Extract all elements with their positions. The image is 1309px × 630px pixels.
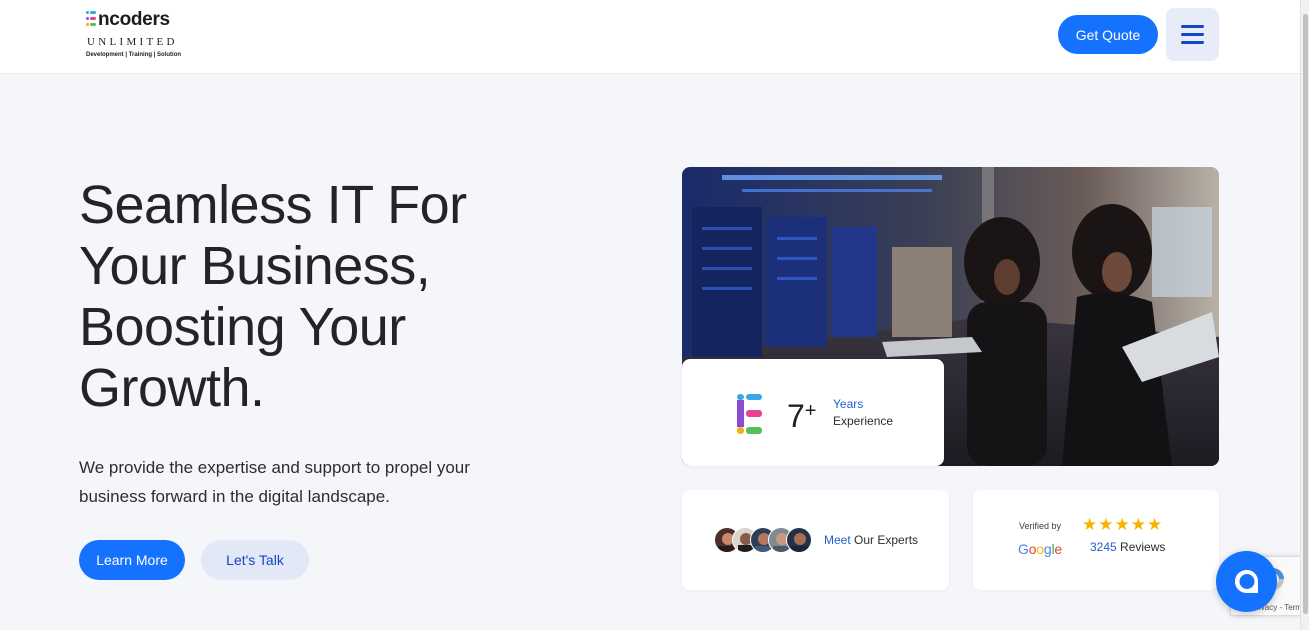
experience-label: Experience [833, 414, 894, 428]
meet-label: Meet [824, 533, 851, 547]
google-logo: Google [1018, 541, 1062, 557]
google-reviews-card[interactable]: Verified by Google ★★★★★ 3245 Reviews [973, 490, 1219, 590]
logo-subtitle: UNLIMITED [87, 36, 178, 48]
chat-launcher-button[interactable] [1216, 551, 1277, 612]
chat-bubble-icon [1234, 569, 1258, 593]
logo-e-mark-icon [86, 11, 96, 26]
experts-label: Our Experts [854, 533, 919, 547]
hero-title: Seamless IT For Your Business, Boosting … [79, 175, 467, 418]
reviews-label: Reviews [1120, 540, 1166, 554]
site-header: ncoders UNLIMITED Development | Training… [0, 0, 1300, 74]
menu-bar-icon [1181, 33, 1204, 36]
experience-plus: + [804, 400, 817, 422]
menu-bar-icon [1181, 41, 1204, 44]
reviews-count: 3245 Reviews [1090, 540, 1165, 554]
menu-bar-icon [1181, 25, 1204, 28]
meet-experts-card[interactable]: Meet Our Experts [682, 490, 949, 590]
lets-talk-button[interactable]: Let's Talk [201, 540, 309, 580]
page-scrollbar[interactable] [1300, 0, 1309, 630]
years-label: Years [833, 397, 864, 411]
meet-experts-link[interactable]: Meet Our Experts [824, 533, 918, 547]
experience-number-value: 7 [787, 398, 805, 434]
experience-card: 7+ Years Experience [682, 359, 944, 466]
hero-description: We provide the expertise and support to … [79, 458, 470, 506]
brand-logo[interactable]: ncoders UNLIMITED Development | Training… [86, 9, 201, 63]
learn-more-button[interactable]: Learn More [79, 540, 185, 580]
encoders-e-logo-icon [737, 394, 762, 434]
hamburger-menu-button[interactable] [1166, 8, 1219, 61]
expert-avatar [786, 527, 812, 553]
experience-number: 7+ [787, 398, 816, 435]
logo-tagline: Development | Training | Solution [86, 52, 182, 58]
logo-name-rest: ncoders [98, 9, 170, 30]
rating-stars: ★★★★★ [1082, 515, 1164, 535]
scrollbar-thumb[interactable] [1303, 14, 1308, 614]
review-count-value: 3245 [1090, 540, 1117, 554]
verified-by-label: Verified by [1019, 521, 1062, 531]
get-quote-button[interactable]: Get Quote [1058, 15, 1158, 54]
logo-wordmark: ncoders [86, 9, 170, 31]
